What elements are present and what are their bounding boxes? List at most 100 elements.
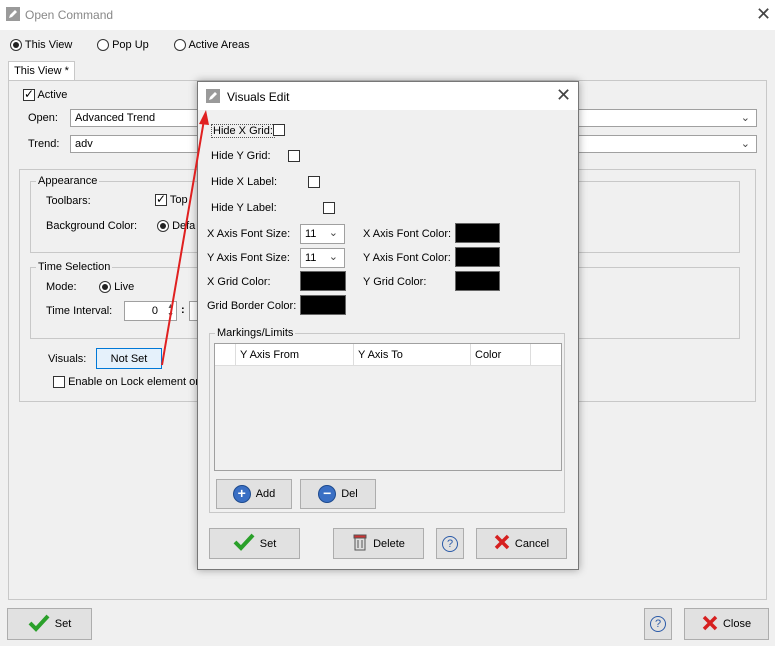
hide-y-grid-checkbox[interactable] <box>288 150 301 163</box>
visuals-button[interactable]: Not Set <box>96 348 162 369</box>
markings-table-header: Y Axis From Y Axis To Color <box>215 344 561 366</box>
bg-default-indicator[interactable] <box>157 220 169 233</box>
col-y-axis-to[interactable]: Y Axis To <box>354 344 471 366</box>
dialog-set-button[interactable]: Set <box>209 528 300 559</box>
active-checkbox[interactable]: Active <box>23 87 68 102</box>
bg-default-radio[interactable]: Defa <box>157 220 196 233</box>
toolbars-label: Toolbars: <box>46 195 91 207</box>
minus-icon: − <box>318 485 337 503</box>
hide-y-label-checkbox[interactable] <box>323 202 336 215</box>
y-font-size-value: 11 <box>305 252 317 264</box>
dialog-cancel-label: Cancel <box>514 537 550 550</box>
x-font-color-swatch[interactable] <box>455 223 500 243</box>
spinner-arrows-icon[interactable]: ▲ ▼ <box>167 302 174 320</box>
appearance-legend: Appearance <box>36 175 100 187</box>
lock-label: Enable on Lock element or <box>68 376 199 388</box>
radio-this-view-indicator[interactable] <box>10 39 22 52</box>
help-icon: ? <box>442 535 458 552</box>
hide-y-label-label: Hide Y Label: <box>211 202 277 214</box>
radio-active-areas-indicator[interactable] <box>174 39 186 52</box>
pencil-icon <box>6 7 20 24</box>
time-interval-value: 0 <box>151 305 158 317</box>
window-titlebar: Open Command ✕ <box>0 0 775 30</box>
dialog-titlebar: Visuals Edit ✕ <box>198 82 578 110</box>
set-button-label: Set <box>54 618 72 630</box>
mode-live-indicator[interactable] <box>99 281 111 294</box>
active-label: Active <box>37 89 68 101</box>
radio-active-areas[interactable]: Active Areas <box>174 39 250 52</box>
visuals-button-label: Not Set <box>110 352 148 365</box>
help-icon: ? <box>650 616 666 632</box>
hide-x-grid-checkbox[interactable] <box>273 124 285 137</box>
trash-icon <box>352 533 368 554</box>
hide-y-grid-label: Hide Y Grid: <box>211 150 271 162</box>
radio-pop-up-indicator[interactable] <box>97 39 109 52</box>
open-select-value: Advanced Trend <box>75 112 156 124</box>
set-button[interactable]: Set <box>7 608 92 640</box>
lock-checkbox[interactable]: Enable on Lock element or <box>53 376 199 389</box>
active-checkbox-box[interactable] <box>23 87 35 102</box>
y-font-size-select[interactable]: 11 ⌄ <box>300 248 345 268</box>
toolbars-top-checkbox[interactable]: Top <box>155 192 188 207</box>
x-grid-color-swatch[interactable] <box>300 271 346 291</box>
y-grid-color-swatch[interactable] <box>455 271 500 291</box>
pencil-icon <box>206 89 220 106</box>
dialog-title: Visuals Edit <box>227 90 290 104</box>
y-font-color-swatch[interactable] <box>455 247 500 267</box>
hide-x-grid-label: Hide X Grid: <box>211 124 275 138</box>
lock-checkbox-box[interactable] <box>53 376 65 389</box>
dialog-help-button[interactable]: ? <box>436 528 464 559</box>
time-separator: : <box>181 304 185 316</box>
mode-label: Mode: <box>46 281 77 293</box>
chevron-down-icon: ⌄ <box>740 138 750 150</box>
time-selection-legend: Time Selection <box>36 261 113 273</box>
visuals-label: Visuals: <box>48 353 87 365</box>
bg-color-label: Background Color: <box>46 220 138 232</box>
dialog-delete-button[interactable]: Delete <box>333 528 424 559</box>
radio-pop-up[interactable]: Pop Up <box>97 39 149 52</box>
close-icon[interactable]: ✕ <box>556 85 571 106</box>
x-grid-color-label: X Grid Color: <box>207 276 271 288</box>
chevron-down-icon: ⌄ <box>740 112 750 124</box>
add-button[interactable]: + Add <box>216 479 292 509</box>
mode-live-radio[interactable]: Live <box>99 281 135 294</box>
mode-live-label: Live <box>114 281 135 293</box>
bg-default-label: Defa <box>172 220 196 232</box>
del-button-label: Del <box>341 488 358 500</box>
help-button[interactable]: ? <box>644 608 672 640</box>
tab-label: This View * <box>14 65 69 77</box>
chevron-down-icon: ⌄ <box>328 227 338 239</box>
close-button-label: Close <box>722 618 752 630</box>
dialog-cancel-button[interactable]: Cancel <box>476 528 567 559</box>
plus-icon: + <box>232 485 251 503</box>
radio-active-areas-label: Active Areas <box>188 39 250 51</box>
open-label: Open: <box>28 112 58 124</box>
x-font-size-value: 11 <box>305 228 317 240</box>
grid-border-color-swatch[interactable] <box>300 295 346 315</box>
markings-table: Y Axis From Y Axis To Color <box>214 343 562 471</box>
radio-this-view[interactable]: This View <box>10 39 72 52</box>
dialog-delete-label: Delete <box>373 537 405 550</box>
del-button[interactable]: − Del <box>300 479 376 509</box>
cross-icon <box>702 615 718 634</box>
markings-legend: Markings/Limits <box>215 327 296 339</box>
x-font-size-label: X Axis Font Size: <box>207 228 291 240</box>
grid-border-color-label: Grid Border Color: <box>207 300 297 312</box>
close-button[interactable]: Close <box>684 608 769 640</box>
close-icon[interactable]: ✕ <box>756 4 771 25</box>
visuals-edit-dialog: Visuals Edit ✕ Hide X Grid: Hide Y Grid:… <box>197 81 579 570</box>
y-grid-color-label: Y Grid Color: <box>363 276 427 288</box>
trend-label: Trend: <box>28 138 60 150</box>
time-interval-label: Time Interval: <box>46 305 113 317</box>
time-interval-spinner[interactable]: 0 ▲ ▼ <box>124 301 177 321</box>
check-icon <box>28 614 50 635</box>
toolbars-top-box[interactable] <box>155 192 167 207</box>
hide-x-label-checkbox[interactable] <box>308 176 321 189</box>
col-color[interactable]: Color <box>471 344 531 366</box>
x-font-size-select[interactable]: 11 ⌄ <box>300 224 345 244</box>
check-icon <box>233 533 255 554</box>
dialog-set-label: Set <box>259 537 277 550</box>
col-y-axis-from[interactable]: Y Axis From <box>236 344 354 366</box>
cross-icon <box>494 534 510 553</box>
tab-this-view[interactable]: This View * <box>8 61 75 81</box>
